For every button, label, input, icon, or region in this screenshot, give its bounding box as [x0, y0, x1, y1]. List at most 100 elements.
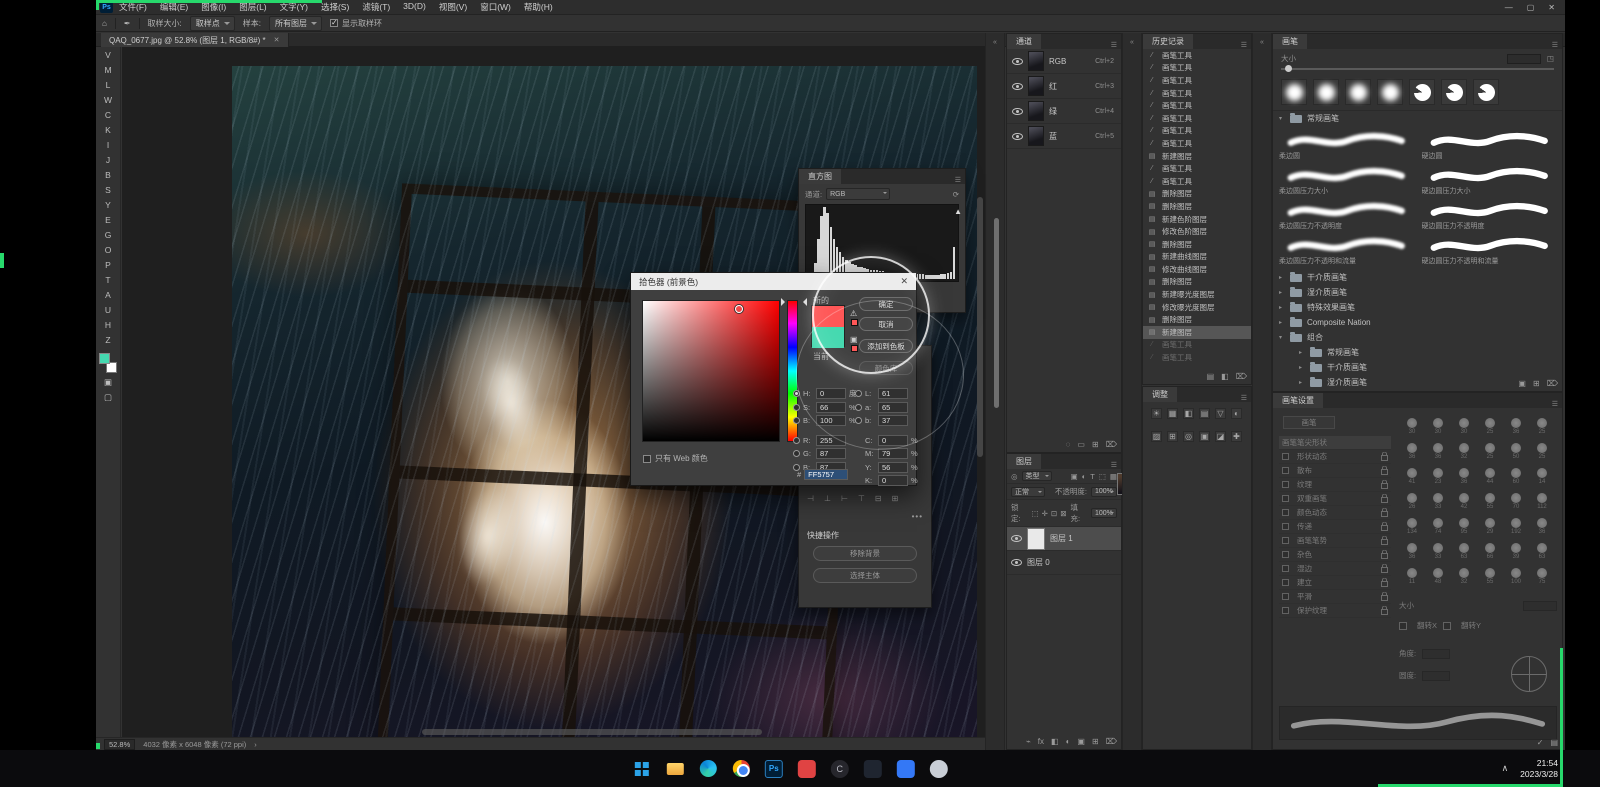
chevron-icon[interactable]: ▸ [1279, 304, 1285, 311]
taskbar-app-icon[interactable] [794, 756, 820, 782]
brush-preset[interactable]: 硬边圆压力大小 [1422, 163, 1557, 198]
brush-group-header[interactable]: ▾ 常规画笔 [1273, 111, 1562, 126]
chevron-icon[interactable]: ▸ [1299, 349, 1305, 356]
tool-button[interactable]: K [96, 122, 120, 137]
checkbox-icon[interactable] [1282, 579, 1289, 586]
checkbox-icon[interactable] [1282, 607, 1289, 614]
history-entry[interactable]: ⁄ 画笔工具 [1143, 339, 1251, 352]
brush-tip-shape-item[interactable]: 画笔笔尖形状 [1279, 436, 1391, 450]
brush-folder-row[interactable]: ▸ 特殊效果画笔 [1273, 300, 1562, 315]
tab-brushes[interactable]: 画笔 [1273, 34, 1307, 49]
brush-tip-option[interactable]: 134 [1399, 514, 1425, 539]
recent-brush-thumbnail[interactable] [1345, 79, 1371, 105]
field-input[interactable]: 100 [816, 415, 846, 426]
field-input[interactable]: 65 [878, 402, 908, 413]
tool-button[interactable]: I [96, 137, 120, 152]
home-icon[interactable]: ⌂ [102, 19, 107, 28]
brush-tip-option[interactable]: 25 [1529, 439, 1555, 464]
tool-button[interactable]: O [96, 242, 120, 257]
history-entry[interactable]: ▤ 新建图层 [1143, 326, 1251, 339]
brush-option-item[interactable]: 画笔笔势 [1279, 534, 1391, 548]
checkbox-icon[interactable] [1282, 495, 1289, 502]
tool-button[interactable]: E [96, 212, 120, 227]
brush-tip-option[interactable]: 36 [1503, 414, 1529, 439]
panel-menu-icon[interactable]: ☰ [1552, 41, 1562, 49]
panel-footer-icon[interactable]: ▣ [1518, 379, 1526, 388]
channel-row[interactable]: RGB Ctrl+2 [1007, 49, 1121, 74]
radio-icon[interactable] [793, 437, 800, 444]
window-control-button[interactable]: ▢ [1527, 3, 1535, 12]
align-icon[interactable]: ⊞ [892, 494, 899, 503]
dock-scrollbar[interactable] [994, 218, 999, 408]
panel-footer-icon[interactable]: ✓ [1537, 738, 1544, 747]
radio-icon[interactable] [793, 390, 800, 397]
opacity-field[interactable]: 100% [1091, 487, 1117, 497]
brush-size-field[interactable] [1507, 54, 1541, 64]
panel-menu-icon[interactable]: ☰ [1241, 394, 1251, 402]
menu-item[interactable]: 视图(V) [439, 1, 467, 13]
adjustment-preset-icon[interactable]: ✚ [1231, 431, 1242, 442]
panel-footer-icon[interactable]: ▤ [1207, 372, 1215, 381]
recent-brush-thumbnail[interactable] [1473, 79, 1499, 105]
checkbox-icon[interactable] [1282, 509, 1289, 516]
channel-row[interactable]: 红 Ctrl+3 [1007, 74, 1121, 99]
visibility-eye-icon[interactable] [1012, 133, 1023, 140]
search-icon[interactable]: ◎ [1011, 472, 1018, 481]
brush-folder-row[interactable]: ▸ 干介质画笔 [1273, 270, 1562, 285]
field-input[interactable]: 61 [878, 388, 908, 399]
brush-option-item[interactable]: 散布 [1279, 464, 1391, 478]
history-entry[interactable]: ▤ 删除图层 [1143, 276, 1251, 289]
brush-tip-option[interactable]: 74 [1425, 514, 1451, 539]
history-entry[interactable]: ▤ 新建曝光度图层 [1143, 288, 1251, 301]
brush-option-item[interactable]: 颜色动态 [1279, 506, 1391, 520]
brush-folder-row[interactable]: ▾ 组合 [1273, 330, 1562, 345]
tab-histogram[interactable]: 直方图 [799, 169, 841, 184]
brush-option-item[interactable]: 保护纹理 [1279, 604, 1391, 618]
history-entry[interactable]: ⁄ 画笔工具 [1143, 112, 1251, 125]
brush-tip-option[interactable]: 55 [1477, 489, 1503, 514]
chevron-icon[interactable]: ▸ [1279, 289, 1285, 296]
history-entry[interactable]: ▤ 删除图层 [1143, 238, 1251, 251]
refresh-icon[interactable]: ⟳ [953, 190, 959, 199]
zoom-level-field[interactable]: 52.8% [104, 739, 135, 750]
angle-field[interactable] [1422, 649, 1450, 659]
channel-row[interactable]: 蓝 Ctrl+5 [1007, 124, 1121, 149]
adjustment-preset-icon[interactable]: ◐ [1231, 408, 1242, 419]
brush-option-item[interactable]: 平滑 [1279, 590, 1391, 604]
tip-size-field[interactable] [1523, 601, 1557, 611]
field-input[interactable]: 79 [878, 448, 908, 459]
roundness-field[interactable] [1422, 671, 1450, 681]
panel-footer-icon[interactable]: ⊞ [1092, 737, 1099, 746]
tray-expand-icon[interactable]: ∧ [1502, 763, 1509, 774]
canvas-horizontal-scrollbar[interactable] [422, 729, 762, 735]
filter-type-dropdown[interactable]: 类型 [1022, 471, 1052, 481]
taskbar-app-icon[interactable] [860, 756, 886, 782]
sample-size-dropdown[interactable]: 取样点 [190, 16, 235, 31]
panel-footer-icon[interactable]: ▭ [1077, 440, 1085, 449]
brush-folder-row[interactable]: ▸ 常规画笔 [1273, 345, 1562, 360]
checkbox-icon[interactable] [1282, 593, 1289, 600]
tool-button[interactable]: H [96, 317, 120, 332]
taskbar-app-icon[interactable] [629, 756, 655, 782]
layer-thumbnail[interactable] [1027, 528, 1045, 550]
eyedropper-tool-icon[interactable]: ✒ [124, 19, 131, 28]
lock-icon[interactable] [1381, 536, 1388, 545]
tool-button[interactable]: Y [96, 197, 120, 212]
chevron-icon[interactable]: ▸ [1279, 274, 1285, 281]
filter-icon[interactable]: ▦ [1110, 472, 1117, 481]
histogram-channel-dropdown[interactable]: RGB [826, 188, 890, 200]
lock-icon[interactable] [1381, 466, 1388, 475]
panel-footer-icon[interactable]: ⌦ [1106, 737, 1117, 746]
show-sampling-ring-checkbox[interactable]: 显示取样环 [330, 18, 382, 29]
lock-icon[interactable] [1381, 606, 1388, 615]
chevron-right-icon[interactable]: › [254, 740, 257, 749]
lock-icon[interactable] [1381, 592, 1388, 601]
tool-button[interactable]: G [96, 227, 120, 242]
history-entry[interactable]: ▤ 新建色阶图层 [1143, 213, 1251, 226]
brush-tip-option[interactable]: 33 [1425, 539, 1451, 564]
collapse-dock-icon[interactable]: « [1123, 33, 1141, 46]
lock-icon[interactable] [1381, 494, 1388, 503]
tool-button[interactable]: B [96, 167, 120, 182]
adjustment-preset-icon[interactable]: ▣ [1199, 431, 1210, 442]
gamut-swatch[interactable] [851, 319, 858, 326]
